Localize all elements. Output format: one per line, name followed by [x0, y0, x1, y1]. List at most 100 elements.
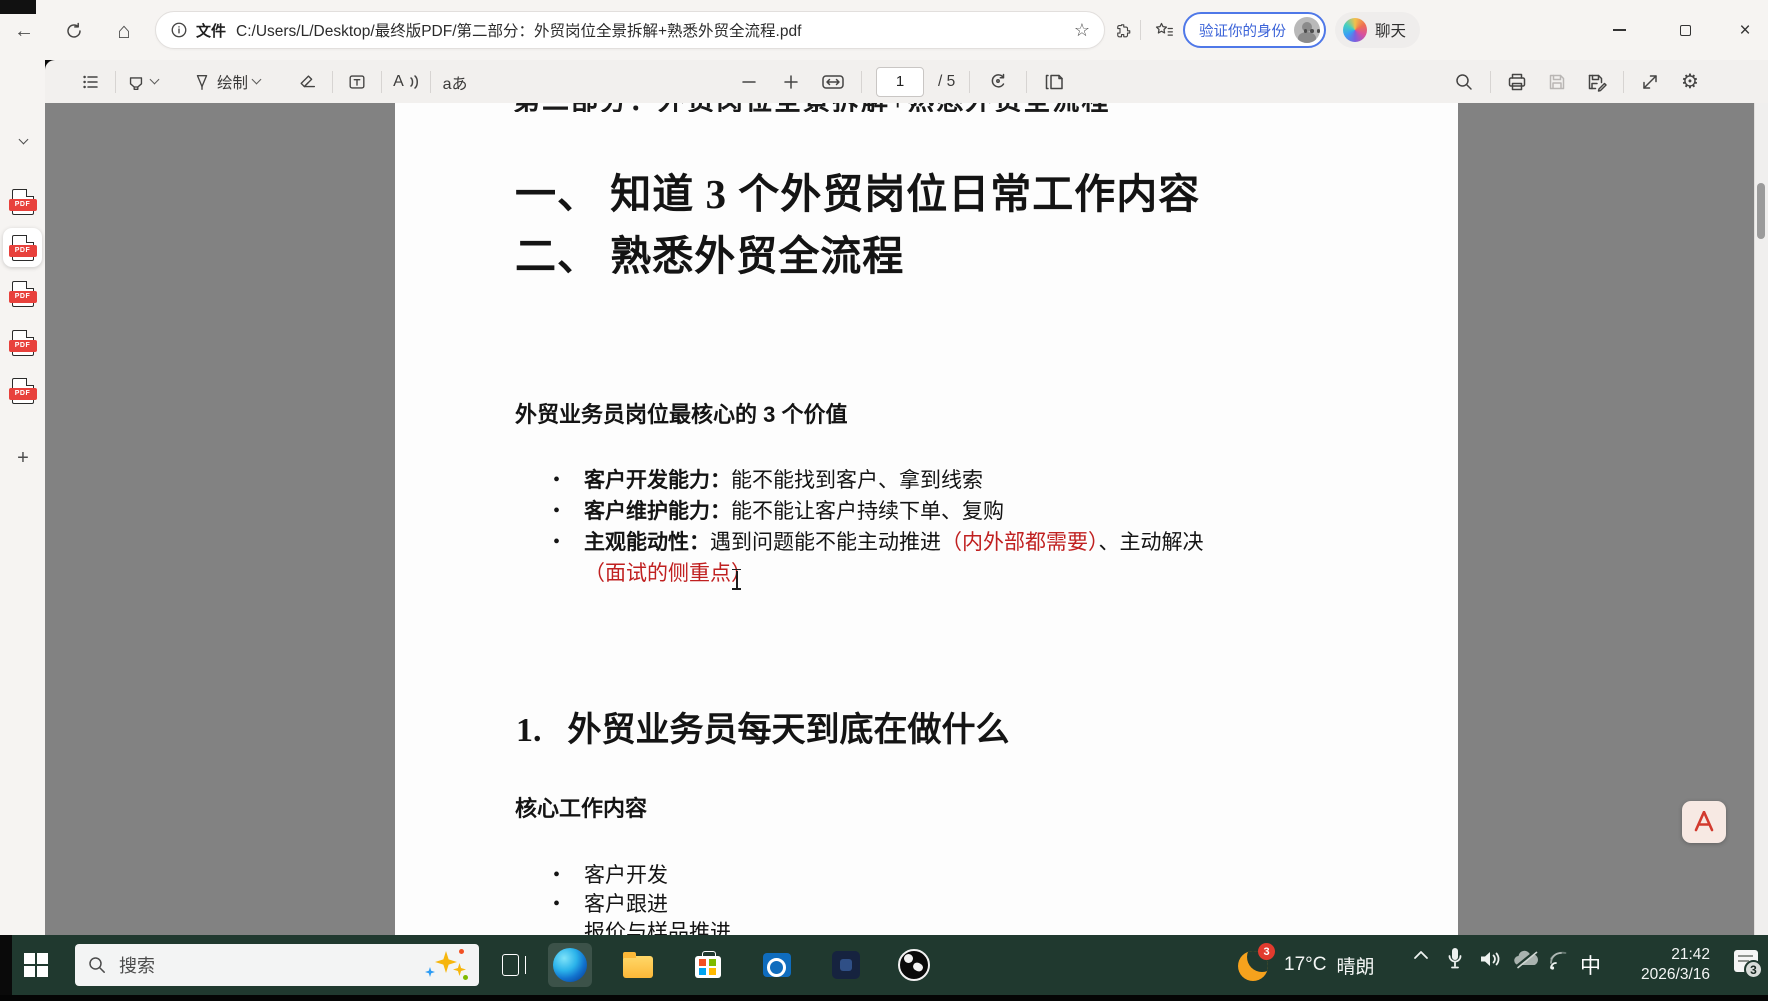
weather-text[interactable]: 17°C 晴朗	[1284, 935, 1374, 995]
task-view-button[interactable]	[492, 943, 536, 987]
network-signal-icon[interactable]	[1548, 949, 1572, 971]
taskbar-search-box[interactable]: 搜索	[75, 944, 479, 986]
rotate-icon[interactable]	[984, 67, 1012, 97]
pdf-tab-2-active[interactable]: PDF	[3, 228, 42, 267]
text-cursor	[732, 569, 741, 590]
core-work-heading: 核心工作内容	[515, 791, 647, 823]
screen: ← ⌂ 文件 C:/Users/L/Desktop/最终版PDF/第二部分：外贸…	[0, 0, 1768, 1001]
weather-temp: 17°C	[1284, 954, 1326, 976]
outlook-button[interactable]	[755, 943, 799, 987]
pdf-viewer-pane[interactable]: 第二部分：外贸岗位全景拆解+熟悉外贸全流程 一、 知道 3 个外贸岗位日常工作内…	[45, 103, 1768, 935]
microphone-icon[interactable]	[1446, 946, 1464, 972]
obs-button[interactable]	[892, 943, 936, 987]
fullscreen-icon[interactable]	[1636, 67, 1664, 97]
more-menu-icon[interactable]	[1296, 15, 1328, 47]
read-aloud-icon[interactable]: A	[392, 67, 420, 97]
open-in-acrobat-button[interactable]	[1682, 801, 1726, 843]
ime-indicator[interactable]: 中	[1580, 935, 1601, 995]
core-bullet-list: • 客户开发 • 客户跟进 报价与样品推进	[553, 861, 731, 935]
search-highlights-sparkle-icon	[423, 947, 467, 983]
minimize-button[interactable]	[1596, 12, 1642, 48]
chevron-down-icon[interactable]	[150, 75, 160, 85]
zoom-out-icon[interactable]	[735, 67, 763, 97]
back-icon[interactable]: ←	[8, 15, 40, 47]
chevron-down-icon[interactable]	[252, 75, 262, 85]
start-button[interactable]	[14, 943, 58, 987]
new-tab-button[interactable]: +	[10, 445, 36, 471]
favorite-star-icon[interactable]: ☆	[1074, 20, 1090, 41]
hidden-icons-chevron[interactable]	[1412, 949, 1430, 961]
draw-label: 绘制	[217, 71, 248, 93]
clock-time: 21:42	[1671, 945, 1710, 965]
address-bar[interactable]: 文件 C:/Users/L/Desktop/最终版PDF/第二部分：外贸岗位全景…	[155, 11, 1105, 49]
folder-icon	[623, 956, 653, 978]
titlebar-separator	[1140, 20, 1141, 40]
list-item: • 客户开发能力：能不能找到客户、拿到线索	[553, 465, 1204, 496]
file-explorer-button[interactable]	[616, 943, 660, 987]
weather-badge: 3	[1258, 943, 1275, 960]
extensions-icon[interactable]	[1108, 15, 1140, 47]
taskbar-clock[interactable]: 21:42 2026/3/16	[1615, 935, 1710, 995]
speaker-icon[interactable]	[1478, 949, 1504, 969]
dark-app-button[interactable]	[824, 943, 868, 987]
toolbar-separator	[861, 71, 862, 93]
task-view-icon	[502, 954, 526, 976]
fit-to-width-icon[interactable]	[819, 67, 847, 97]
chat-label: 聊天	[1375, 19, 1406, 41]
microsoft-store-button[interactable]	[686, 943, 730, 987]
pdf-tab-4[interactable]: PDF	[7, 327, 38, 358]
pdf-file-icon: PDF	[12, 330, 34, 356]
settings-gear-icon[interactable]: ⚙	[1676, 67, 1704, 97]
page-number-input[interactable]	[876, 67, 924, 97]
eraser-icon[interactable]	[294, 67, 322, 97]
pdf-tab-1[interactable]: PDF	[7, 186, 38, 217]
list-item: • 主观能动性：遇到问题能不能主动推进（内外部都需要）、主动解决 （面试的侧重点…	[553, 527, 1204, 588]
list-item: • 客户跟进	[553, 890, 731, 919]
save-icon-disabled	[1543, 67, 1571, 97]
edge-taskbar-button[interactable]	[548, 943, 592, 987]
toolbar-separator	[381, 71, 382, 93]
zoom-in-icon[interactable]	[777, 67, 805, 97]
refresh-icon[interactable]	[58, 15, 90, 47]
pdf-file-icon: PDF	[12, 235, 34, 261]
list-item: • 客户维护能力：能不能让客户持续下单、复购	[553, 496, 1204, 527]
close-button[interactable]: ×	[1722, 12, 1768, 48]
doc-intro-bold: 外贸业务员岗位最核心的 3 个价值	[515, 397, 847, 429]
scrollbar-track[interactable]	[1754, 103, 1768, 935]
toolbar-separator	[969, 71, 970, 93]
obs-icon	[898, 949, 930, 981]
pdf-file-icon: PDF	[12, 189, 34, 215]
home-icon[interactable]: ⌂	[108, 15, 140, 47]
acrobat-icon	[1692, 811, 1716, 833]
onedrive-paused-icon[interactable]	[1512, 949, 1540, 969]
add-text-icon[interactable]	[343, 67, 371, 97]
search-icon[interactable]	[1450, 67, 1478, 97]
toc-icon[interactable]	[77, 67, 105, 97]
weather-widget-icon[interactable]: 3	[1236, 943, 1278, 987]
save-as-icon[interactable]	[1583, 67, 1611, 97]
notification-center-button[interactable]: 3	[1732, 948, 1762, 978]
info-icon[interactable]	[170, 21, 188, 39]
outlook-icon	[763, 953, 791, 977]
search-placeholder: 搜索	[119, 952, 411, 978]
print-icon[interactable]	[1503, 67, 1531, 97]
url-text: C:/Users/L/Desktop/最终版PDF/第二部分：外贸岗位全景拆解+…	[236, 19, 1074, 41]
highlighter-icon[interactable]	[126, 67, 158, 97]
windows-logo-icon	[24, 953, 48, 977]
favorites-bar-icon[interactable]	[1148, 15, 1180, 47]
toolbar-separator	[115, 71, 116, 93]
pdf-tab-3[interactable]: PDF	[7, 278, 38, 309]
scrollbar-thumb[interactable]	[1757, 183, 1765, 239]
recording-artifact	[0, 0, 36, 14]
pdf-tab-5[interactable]: PDF	[7, 375, 38, 406]
page-view-icon[interactable]	[1041, 67, 1069, 97]
translate-icon[interactable]: aあ	[441, 67, 469, 97]
draw-button[interactable]: 绘制	[192, 67, 260, 97]
doc-heading-1: 一、 知道 3 个外贸岗位日常工作内容	[515, 160, 1200, 220]
toolbar-separator	[1623, 71, 1624, 93]
app-icon-dark-blue	[832, 951, 860, 979]
maximize-button[interactable]	[1662, 12, 1708, 48]
weather-desc: 晴朗	[1336, 952, 1374, 979]
collapse-toolbar-icon[interactable]	[12, 130, 34, 152]
copilot-chat-button[interactable]: 聊天	[1335, 12, 1420, 48]
